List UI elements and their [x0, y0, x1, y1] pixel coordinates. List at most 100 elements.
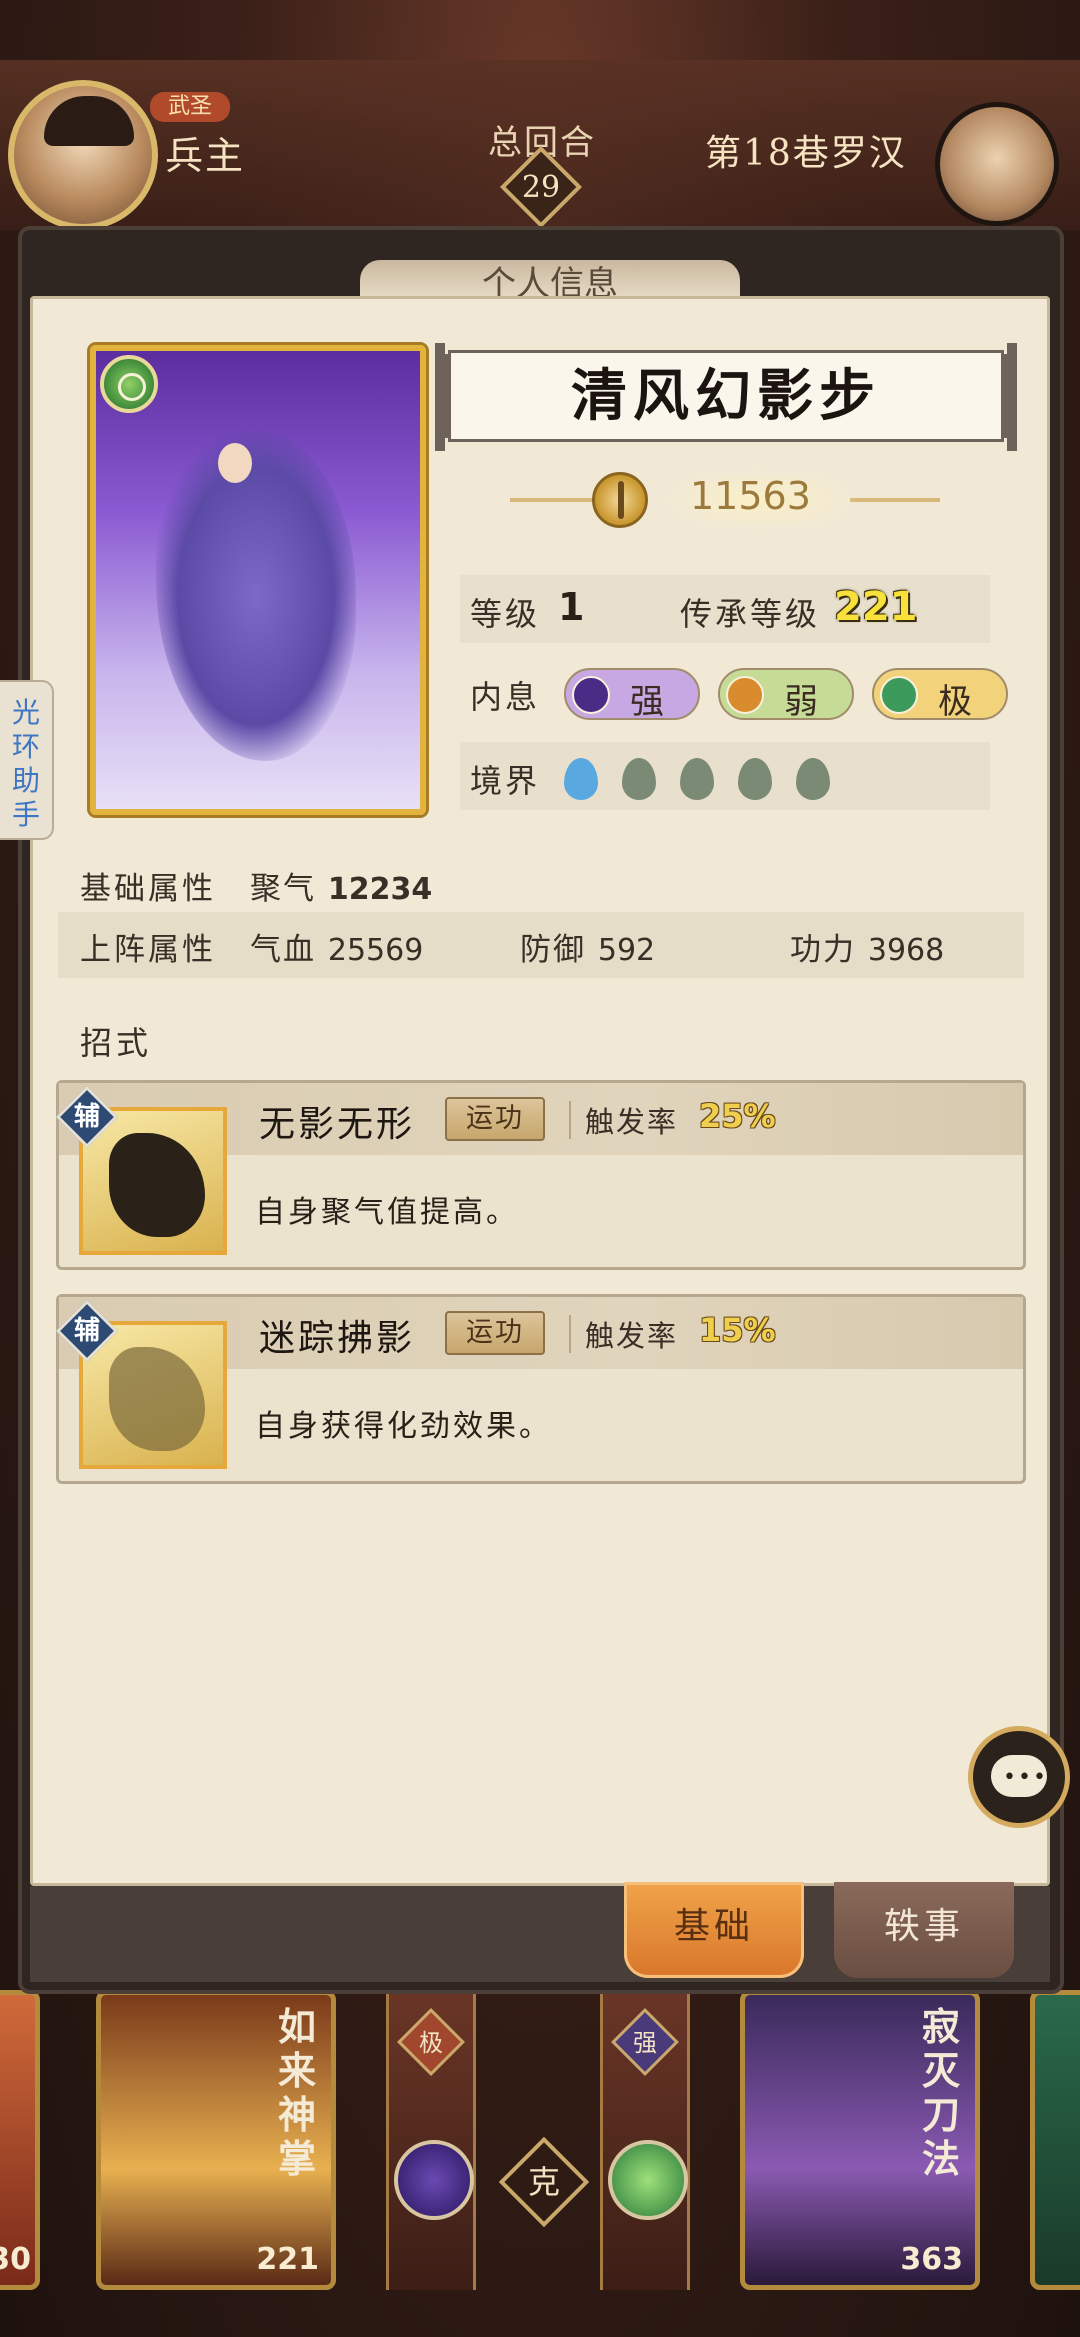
def-stat: 防御 592 [520, 924, 655, 969]
opponent-name: 第18巷罗汉 [705, 133, 907, 174]
card-title: 如来神掌 [277, 2004, 316, 2181]
neixi-pill-weak[interactable]: 弱 [718, 668, 854, 722]
atk-label: 功力 [790, 932, 856, 968]
def-value: 592 [597, 933, 656, 968]
jade-orb-icon [880, 676, 918, 714]
realm-drop-icon [622, 758, 656, 800]
player-name: 兵主 [165, 134, 246, 178]
side-helper-tab[interactable]: 光环助手 [0, 680, 54, 840]
hp-stat: 气血 25569 [250, 924, 423, 969]
neixi-text: 弱 [784, 682, 818, 722]
juqi-label: 聚气 [250, 871, 316, 907]
sword-power-icon [592, 472, 648, 528]
purple-orb-icon [394, 2140, 474, 2220]
base-attr-label: 基础属性 [80, 871, 216, 907]
trigger-rate-value: 15% [699, 1311, 776, 1349]
atk-value: 3968 [867, 933, 945, 968]
skill-card-art [90, 345, 426, 815]
modal-header: 个人信息 [360, 260, 740, 300]
support-tag-text: 辅 [73, 1102, 100, 1132]
card-level: 30 [0, 2242, 31, 2277]
realm-drop-icon [680, 758, 714, 800]
battle-attr-label: 上阵属性 [80, 932, 216, 968]
skill-title-box: 清风幻影步 [435, 343, 1017, 451]
card-title: 寂灭刀法 [921, 2004, 960, 2181]
neixi-text: 强 [630, 682, 664, 722]
trigger-rate-label: 触发率 [585, 1319, 679, 1353]
tab-basic[interactable]: 基础 [624, 1882, 804, 1978]
move-card[interactable]: 辅 无影无形 运功 触发率 25% 自身聚气值提高。 [55, 1080, 1026, 1270]
move-name: 无影无形 [259, 1104, 416, 1145]
realm-drop-icon [738, 758, 772, 800]
round-number: 29 [521, 170, 561, 205]
slot-label: 强 [633, 2029, 657, 2057]
martial-artist-figure [156, 431, 356, 761]
juqi-value: 12234 [327, 872, 433, 907]
inherit-label: 传承等级 [680, 595, 821, 633]
divider [569, 1315, 571, 1353]
slot-label: 极 [419, 2029, 443, 2057]
trigger-rate-label: 触发率 [585, 1105, 679, 1139]
moon-orb-icon [572, 676, 610, 714]
side-helper-label: 光环助手 [11, 696, 40, 831]
neixi-row: 内息 强 弱 极 [460, 658, 1020, 726]
def-label: 防御 [520, 932, 586, 968]
battle-attr-row: 上阵属性 气血 25569 防御 592 功力 3968 [58, 912, 1024, 978]
slot-diamond: 极 [397, 2008, 465, 2076]
level-value: 1 [558, 585, 585, 629]
move-description: 自身聚气值提高。 [255, 1195, 519, 1230]
hp-value: 25569 [327, 933, 424, 968]
chat-button[interactable]: ••• [968, 1726, 1070, 1828]
green-orb-icon [608, 2140, 688, 2220]
card-tianzhu[interactable]: 30 [0, 1990, 40, 2290]
player-rank-tag: 武圣 [150, 92, 230, 122]
base-attr-row: 基础属性 聚气 12234 [58, 851, 1024, 917]
card-jimie[interactable]: 寂灭刀法 363 [740, 1990, 980, 2290]
card-level: 363 [900, 2242, 963, 2277]
ornament-right [850, 498, 940, 502]
card-edge-right[interactable] [1030, 1990, 1080, 2290]
neixi-pill-extreme[interactable]: 极 [872, 668, 1008, 722]
neixi-text: 极 [938, 682, 972, 722]
ornament-left [510, 498, 600, 502]
neixi-badge-icon [100, 355, 158, 413]
jingjie-label: 境界 [470, 762, 541, 800]
clash-slot-left: 极 [386, 1990, 476, 2290]
skill-name: 清风幻影步 [571, 363, 881, 429]
divider [569, 1101, 571, 1139]
power-value: 11563 [690, 474, 811, 518]
clash-label: 克 [527, 2163, 560, 2201]
player-avatar[interactable] [8, 80, 158, 230]
level-row: 等级 1 传承等级 221 [460, 575, 990, 643]
realm-drop-icon [796, 758, 830, 800]
atk-stat: 功力 3968 [790, 924, 944, 969]
hp-label: 气血 [250, 932, 316, 968]
move-silhouette [109, 1347, 205, 1451]
clash-slot-right: 强 [600, 1990, 690, 2290]
tab-lore[interactable]: 轶事 [834, 1882, 1014, 1978]
jingjie-row: 境界 [460, 742, 990, 810]
neixi-pill-strong[interactable]: 强 [564, 668, 700, 722]
move-description: 自身获得化劲效果。 [255, 1409, 552, 1444]
card-rulai[interactable]: 如来神掌 221 [96, 1990, 336, 2290]
realm-drop-icon [564, 758, 598, 800]
move-card[interactable]: 辅 迷踪拂影 运功 触发率 15% 自身获得化劲效果。 [55, 1294, 1026, 1484]
juqi-stat: 聚气 12234 [250, 863, 432, 908]
sun-orb-icon [726, 676, 764, 714]
moves-heading: 招式 [80, 1024, 153, 1062]
power-row: 11563 [500, 462, 950, 538]
inherit-value: 221 [834, 584, 918, 630]
opponent-avatar[interactable] [935, 102, 1059, 226]
move-silhouette [109, 1133, 205, 1237]
chat-dots-icon: ••• [1003, 1765, 1048, 1790]
neixi-label: 内息 [470, 678, 541, 716]
move-name: 迷踪拂影 [259, 1318, 416, 1359]
slot-diamond: 强 [611, 2008, 679, 2076]
level-label: 等级 [470, 595, 541, 633]
trigger-rate-value: 25% [699, 1097, 776, 1135]
move-type-badge: 运功 [445, 1311, 545, 1355]
support-tag-text: 辅 [73, 1316, 100, 1346]
move-type-badge: 运功 [445, 1097, 545, 1141]
figure-head [218, 443, 252, 483]
card-level: 221 [256, 2242, 319, 2277]
